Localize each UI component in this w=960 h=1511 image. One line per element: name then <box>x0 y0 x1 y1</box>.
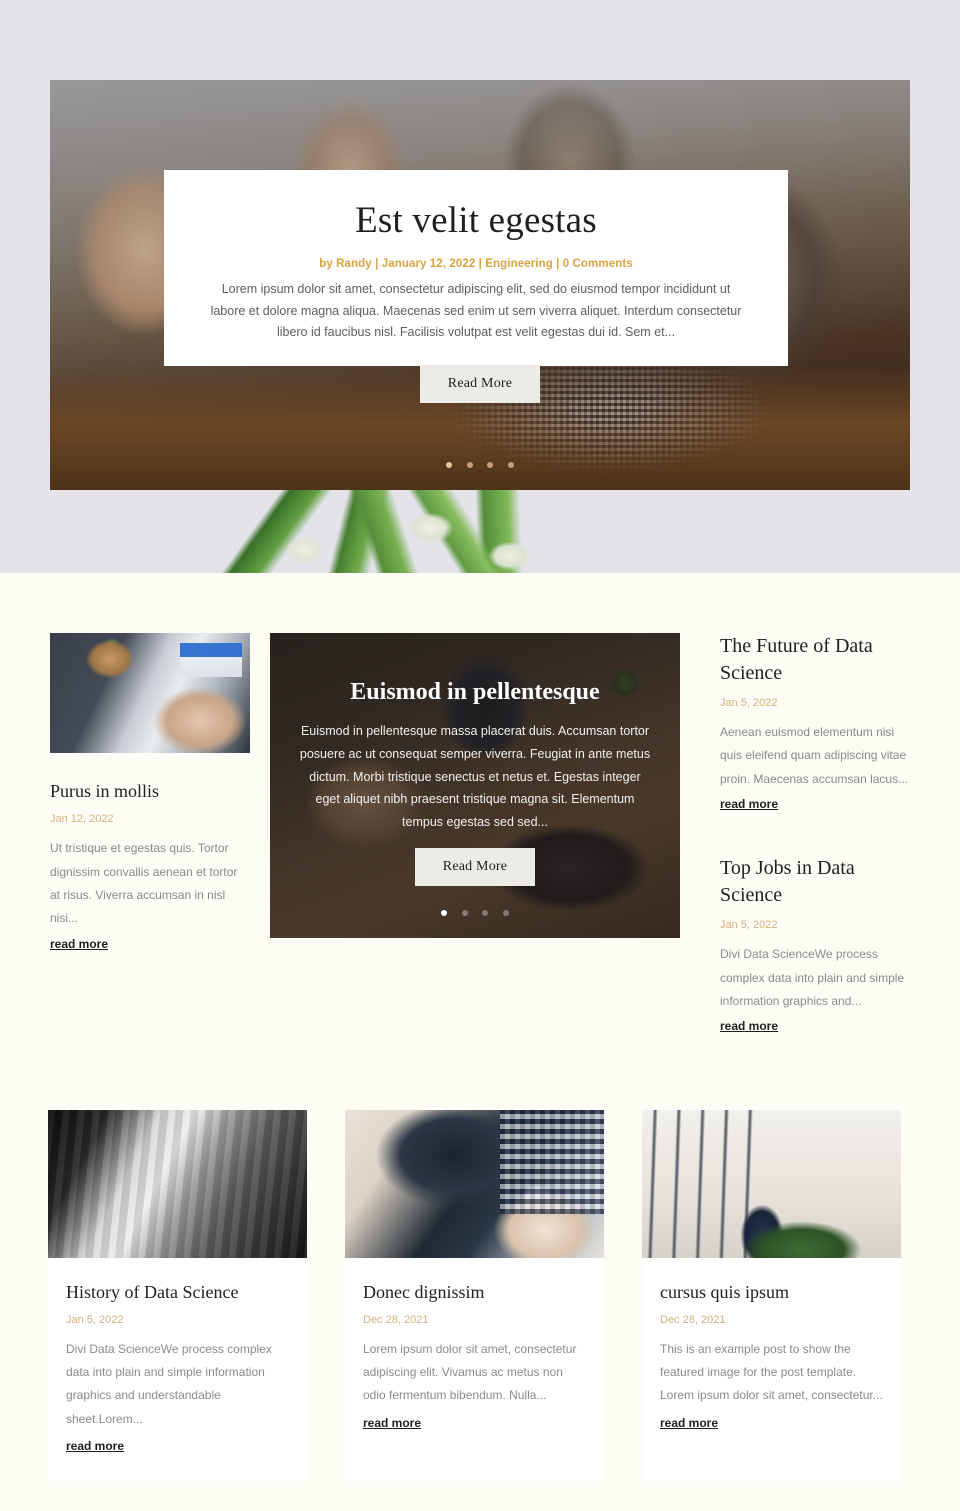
decorative-plant-image <box>180 490 580 573</box>
left-post-title[interactable]: Purus in mollis <box>50 779 250 803</box>
right-post-date-2: Jan 5, 2022 <box>720 919 778 932</box>
table-row[interactable]: cursus quis ipsum Dec 28, 2021 This is a… <box>642 1110 901 1482</box>
slider-title: Euismod in pellentesque <box>350 679 600 705</box>
hero-read-more-container: Read More <box>50 365 910 403</box>
slider-dot-1[interactable] <box>441 910 448 916</box>
bottom-post-read-more-link-3[interactable]: read more <box>660 1416 718 1430</box>
hero-excerpt: Lorem ipsum dolor sit amet, consectetur … <box>210 282 742 340</box>
bottom-post-read-more-link-2[interactable]: read more <box>363 1416 421 1430</box>
bottom-post-excerpt-3: This is an example post to show the feat… <box>660 1341 883 1403</box>
hero-slider-dot-2[interactable] <box>466 462 473 468</box>
bottom-post-title-1[interactable]: History of Data Science <box>66 1280 289 1304</box>
slider-read-more-container: Read More <box>270 848 680 886</box>
bottom-post-title-3[interactable]: cursus quis ipsum <box>660 1280 883 1304</box>
bottom-post-thumbnail-2[interactable] <box>345 1110 604 1259</box>
right-post-read-more-link-2[interactable]: read more <box>720 1019 778 1033</box>
table-row[interactable]: Donec dignissim Dec 28, 2021 Lorem ipsum… <box>345 1110 604 1482</box>
hero-post-meta: by Randy | January 12, 2022 | Engineerin… <box>319 258 633 271</box>
slider-excerpt: Euismod in pellentesque massa placerat d… <box>299 724 651 829</box>
left-post-date: Jan 12, 2022 <box>50 813 114 826</box>
hero-slider-dot-4[interactable] <box>507 462 514 468</box>
center-slider[interactable]: Euismod in pellentesque Euismod in pelle… <box>270 633 680 938</box>
bottom-post-thumbnail-1[interactable] <box>48 1110 307 1259</box>
bottom-post-title-2[interactable]: Donec dignissim <box>363 1280 586 1304</box>
hero-slider-pagination[interactable] <box>50 455 910 473</box>
right-post-excerpt-2: Divi Data ScienceWe process complex data… <box>720 947 905 1008</box>
bottom-post-read-more-link-1[interactable]: read more <box>66 1439 124 1453</box>
bottom-post-date-2: Dec 28, 2021 <box>363 1313 429 1326</box>
table-row[interactable]: History of Data Science Jan 5, 2022 Divi… <box>48 1110 307 1482</box>
center-slider-column: Euismod in pellentesque Euismod in pelle… <box>270 633 680 1035</box>
left-post-read-more-link[interactable]: read more <box>50 937 108 951</box>
list-item[interactable]: The Future of Data Science Jan 5, 2022 A… <box>720 633 910 813</box>
bottom-post-excerpt-2: Lorem ipsum dolor sit amet, consectetur … <box>363 1341 577 1403</box>
list-item[interactable]: Purus in mollis Jan 12, 2022 Ut tristiqu… <box>50 633 250 953</box>
hero-featured-post[interactable]: Est velit egestas by Randy | January 12,… <box>50 80 910 490</box>
list-item[interactable]: Top Jobs in Data Science Jan 5, 2022 Div… <box>720 855 910 1035</box>
hero-slider-dot-1[interactable] <box>446 462 453 468</box>
left-post-column: Purus in mollis Jan 12, 2022 Ut tristiqu… <box>50 633 250 1035</box>
hero-text-overlay: Est velit egestas by Randy | January 12,… <box>164 170 788 366</box>
slider-text-content: Euismod in pellentesque Euismod in pelle… <box>270 679 680 834</box>
slider-dot-2[interactable] <box>461 910 468 916</box>
left-post-thumbnail[interactable] <box>50 633 250 753</box>
slider-read-more-button[interactable]: Read More <box>414 848 536 886</box>
main-content: Purus in mollis Jan 12, 2022 Ut tristiqu… <box>0 573 960 1511</box>
right-post-title-2[interactable]: Top Jobs in Data Science <box>720 855 910 909</box>
right-post-date-1: Jan 5, 2022 <box>720 697 778 709</box>
right-post-title-1[interactable]: The Future of Data Science <box>720 633 910 687</box>
hero-read-more-button[interactable]: Read More <box>419 365 541 403</box>
hero-slider-dot-3[interactable] <box>487 462 494 468</box>
bottom-post-excerpt-1: Divi Data ScienceWe process complex data… <box>66 1341 272 1426</box>
slider-dot-4[interactable] <box>502 910 509 916</box>
hero-title: Est velit egestas <box>355 200 597 241</box>
bottom-post-thumbnail-3[interactable] <box>642 1110 901 1259</box>
slider-pagination[interactable] <box>270 903 680 921</box>
bottom-post-grid: History of Data Science Jan 5, 2022 Divi… <box>0 1035 960 1511</box>
hero-section: Est velit egestas by Randy | January 12,… <box>0 0 960 573</box>
right-post-excerpt-1: Aenean euismod elementum nisi quis eleif… <box>720 725 909 786</box>
bottom-post-date-3: Dec 28, 2021 <box>660 1313 726 1326</box>
slider-dot-3[interactable] <box>482 910 489 916</box>
bottom-post-date-1: Jan 5, 2022 <box>66 1313 124 1326</box>
right-post-read-more-link-1[interactable]: read more <box>720 797 778 811</box>
left-post-excerpt: Ut tristique et egestas quis. Tortor dig… <box>50 841 238 926</box>
featured-row: Purus in mollis Jan 12, 2022 Ut tristiqu… <box>0 633 960 1035</box>
right-post-column: The Future of Data Science Jan 5, 2022 A… <box>720 633 910 1035</box>
